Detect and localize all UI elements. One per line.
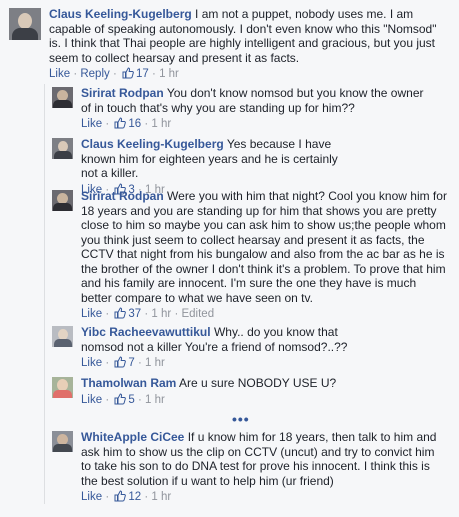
- comment-author[interactable]: Claus Keeling-Kugelberg: [81, 137, 224, 151]
- thumbs-up-icon: [114, 392, 127, 404]
- like-count: 12: [128, 491, 142, 503]
- thumbs-up-icon: [122, 67, 134, 79]
- reply: Sirirat Rodpan Were you with him that ni…: [52, 189, 450, 322]
- avatar[interactable]: [52, 87, 73, 108]
- comment-thread: Claus Keeling-Kugelberg I am not a puppe…: [0, 0, 459, 517]
- timestamp[interactable]: 1 hr: [151, 118, 171, 130]
- reply-thread-line: [44, 84, 45, 504]
- comment-actions: Like · Reply · 17 · 1 hr: [49, 67, 179, 80]
- like-count: 17: [136, 68, 149, 80]
- avatar[interactable]: [52, 431, 73, 452]
- comment-body: Claus Keeling-Kugelberg Yes because I ha…: [81, 137, 357, 197]
- reaction-count[interactable]: 5: [112, 392, 138, 406]
- avatar[interactable]: [52, 138, 73, 159]
- comment-actions: Like · 16 · 1 hr: [81, 117, 172, 130]
- like-link[interactable]: Like: [49, 68, 70, 80]
- timestamp[interactable]: 1 hr: [145, 394, 165, 406]
- reply: Sirirat Rodpan You don't know nomsod but…: [52, 86, 432, 132]
- comment-author[interactable]: Yibc Racheevawuttikul: [81, 325, 211, 339]
- comment-author[interactable]: Sirirat Rodpan: [81, 189, 164, 203]
- like-count: 37: [128, 308, 142, 320]
- reply: Claus Keeling-Kugelberg Yes because I ha…: [52, 137, 357, 197]
- reaction-count[interactable]: 7: [112, 356, 138, 369]
- like-count: 7: [128, 357, 135, 369]
- reaction-count[interactable]: 12: [112, 490, 144, 503]
- like-link[interactable]: Like: [81, 357, 102, 369]
- like-link[interactable]: Like: [81, 491, 102, 503]
- like-count: 5: [128, 393, 135, 406]
- timestamp[interactable]: 1 hr: [159, 68, 179, 80]
- comment-body: Claus Keeling-Kugelberg I am not a puppe…: [49, 7, 451, 82]
- timestamp[interactable]: 1 hr: [151, 491, 171, 503]
- reaction-count[interactable]: 37: [112, 307, 144, 320]
- comment-body: Yibc Racheevawuttikul Why.. do you know …: [81, 325, 352, 371]
- comment-actions: Like · 37 · 1 hr · Edited: [81, 307, 215, 320]
- reply: Thamolwan Ram Are u sure NOBODY USE U? L…: [52, 376, 382, 407]
- thumbs-up-icon: [114, 117, 127, 129]
- like-link[interactable]: Like: [81, 118, 102, 130]
- like-count: 16: [128, 118, 142, 130]
- reaction-count[interactable]: 17: [120, 67, 152, 80]
- edited-label[interactable]: Edited: [181, 308, 214, 320]
- reply: Yibc Racheevawuttikul Why.. do you know …: [52, 325, 352, 371]
- comment: Claus Keeling-Kugelberg I am not a puppe…: [9, 7, 451, 82]
- thumbs-up-icon: [114, 356, 127, 368]
- comment-body: WhiteApple CiCee If u know him for 18 ye…: [81, 430, 447, 505]
- comment-author[interactable]: Sirirat Rodpan: [81, 86, 164, 100]
- comment-body: Sirirat Rodpan Were you with him that ni…: [81, 189, 450, 322]
- avatar[interactable]: [52, 190, 73, 211]
- avatar[interactable]: [9, 8, 41, 40]
- thumbs-up-icon: [114, 490, 127, 502]
- comment-text: Are u sure NOBODY USE U?: [179, 376, 337, 390]
- avatar[interactable]: [52, 377, 73, 398]
- comment-actions: Like · 7 · 1 hr: [81, 356, 165, 369]
- reply-link[interactable]: Reply: [80, 68, 109, 80]
- reaction-count[interactable]: 16: [112, 117, 144, 130]
- comment-author[interactable]: WhiteApple CiCee: [81, 430, 184, 444]
- comment-author[interactable]: Thamolwan Ram: [81, 376, 176, 390]
- comment-author[interactable]: Claus Keeling-Kugelberg: [49, 7, 192, 21]
- like-link[interactable]: Like: [81, 308, 102, 320]
- avatar[interactable]: [52, 326, 73, 347]
- reply: WhiteApple CiCee If u know him for 18 ye…: [52, 430, 447, 505]
- more-replies-button[interactable]: •••: [232, 411, 250, 427]
- comment-actions: Like · 12 · 1 hr: [81, 490, 172, 503]
- comment-text: Were you with him that night? Cool you k…: [81, 189, 447, 305]
- comment-actions: Like · 5 · 1 hr: [81, 392, 165, 406]
- timestamp[interactable]: 1 hr: [145, 357, 165, 369]
- comment-body: Thamolwan Ram Are u sure NOBODY USE U? L…: [81, 376, 382, 407]
- thumbs-up-icon: [114, 307, 127, 319]
- comment-body: Sirirat Rodpan You don't know nomsod but…: [81, 86, 432, 132]
- like-link[interactable]: Like: [81, 394, 102, 406]
- timestamp[interactable]: 1 hr: [151, 308, 171, 320]
